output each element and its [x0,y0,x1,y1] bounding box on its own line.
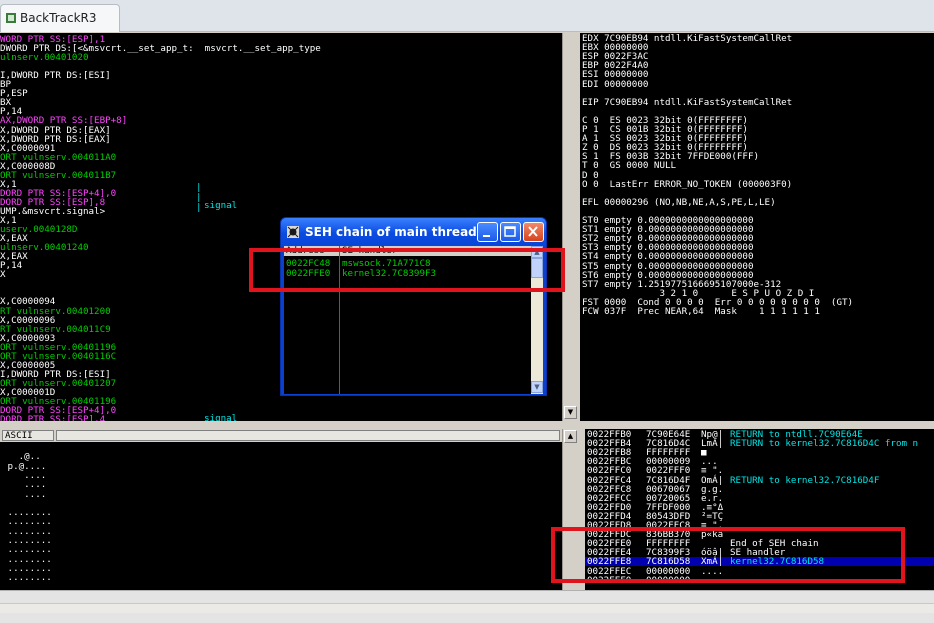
register-line: EFL 00000296 (NO,NB,NE,A,S,PE,L,LE) [582,196,776,208]
debugger-bug-icon [287,226,299,238]
register-line: O 0 LastErr ERROR_NO_TOKEN (000003F0) [582,178,793,190]
minimize-icon [483,235,490,237]
browser-tab-strip: BackTrackR3 [0,0,934,32]
dump-line: ........ [2,572,52,584]
seh-title-bar[interactable]: SEH chain of main thread [281,218,546,246]
pane-splitter[interactable] [0,421,934,429]
stack-comment: RETURN to kernel32.7C816D4F [730,474,880,486]
register-line: EIP 7C90EB94 ntdll.KiFastSystemCallRet [582,96,793,108]
bottom-status-area [0,590,934,623]
maximize-button[interactable] [500,222,521,242]
horizontal-scrollbar[interactable] [0,603,934,613]
comment-signal-2: signal [204,413,238,422]
vm-icon [6,13,16,23]
disasm-line: X [0,269,6,281]
disasm-bracket-2: | [196,192,202,203]
seh-rows-annotation [249,248,565,292]
close-button[interactable] [523,222,544,242]
stack-seh-annotation [551,527,905,583]
memory-dump-pane[interactable]: .@.. p.@.... .... .... .... ........ ...… [0,442,562,590]
dump-header-rest [56,430,560,441]
tab-title: BackTrackR3 [20,11,97,25]
disasm-bracket-3: | [196,182,202,193]
minimize-button[interactable] [477,222,498,242]
browser-tab[interactable]: BackTrackR3 [0,4,120,32]
registers-pane[interactable]: EDX 7C90EB94 ntdll.KiFastSystemCallRet EB… [580,33,934,421]
dump-header: ASCII [0,429,562,442]
seh-chain-window[interactable]: SEH chain of main thread Address SE hand… [280,217,547,396]
disasm-line: I,DWORD PTR DS:[ESI] [0,70,111,82]
seh-window-title: SEH chain of main thread [305,225,477,239]
comment-signal: signal [204,200,238,211]
stack-comment: RETURN to kernel32.7C816D4C from n [730,438,919,450]
disasm-line: ORT vulnserv.004011B7 [0,169,117,181]
register-line: FCW 037F Prec NEAR,64 Mask 1 1 1 1 1 1 [582,306,820,317]
maximize-icon [504,226,516,237]
close-icon [528,226,538,237]
scroll-up-icon[interactable]: ▲ [564,430,577,443]
disasm-line: ulnserv.00401020 [0,52,89,64]
ascii-column-header[interactable]: ASCII [2,430,54,441]
scroll-down-icon[interactable]: ▼ [564,406,577,419]
register-line: EDI 00000000 [582,78,649,90]
dump-line: .... [2,488,47,500]
disasm-bracket: | [196,202,202,213]
scroll-down-icon[interactable]: ▼ [531,381,543,393]
disassembly-scrollbar[interactable]: ▼ [562,33,578,421]
